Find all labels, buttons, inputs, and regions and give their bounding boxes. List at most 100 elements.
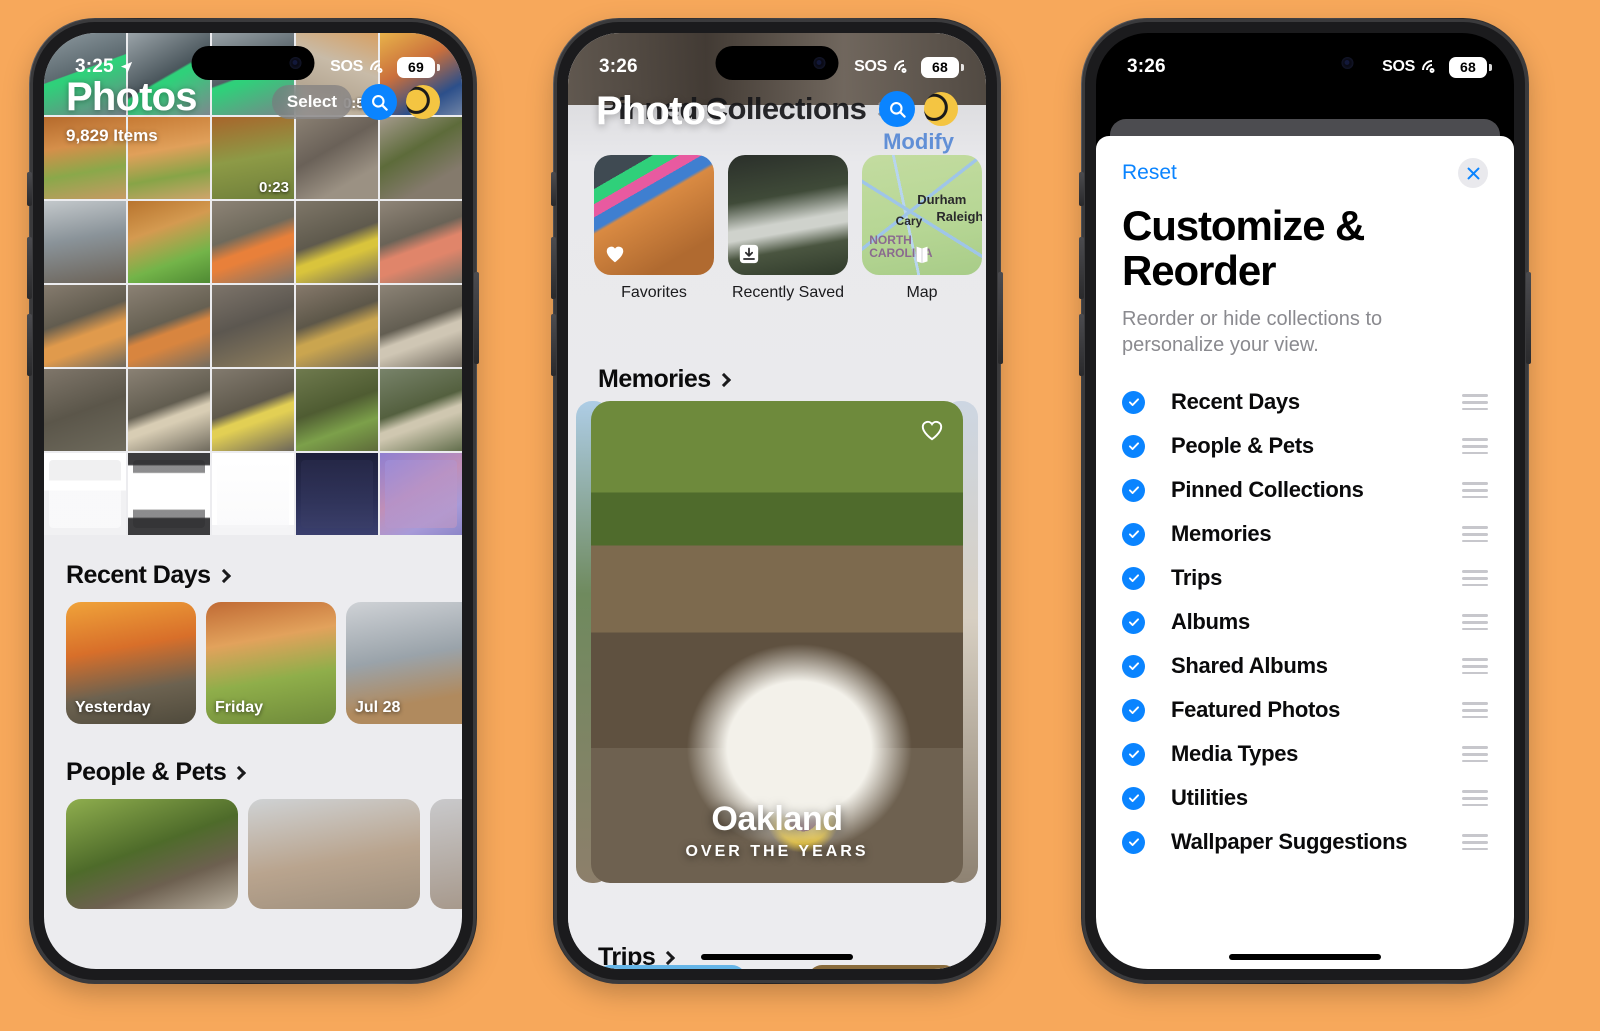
- avatar[interactable]: [406, 85, 440, 119]
- close-button[interactable]: [1458, 158, 1488, 188]
- checkmark-icon[interactable]: [1122, 522, 1145, 546]
- person-tile[interactable]: [430, 799, 462, 909]
- recent-days-header[interactable]: Recent Days: [44, 539, 462, 602]
- photo-thumbnail[interactable]: [128, 453, 210, 535]
- recent-days-row[interactable]: Yesterday Friday Jul 28: [44, 602, 462, 736]
- volume-down-button[interactable]: [551, 314, 556, 376]
- people-pets-row[interactable]: [44, 799, 462, 909]
- power-button[interactable]: [998, 272, 1003, 364]
- pinned-collection-thumbnail[interactable]: Durham Raleigh Cary NORTH CAROLINA: [862, 155, 982, 275]
- collections-scroll[interactable]: Favorites Recently Saved Durham Raleigh Cary…: [568, 33, 986, 969]
- collection-row[interactable]: Utilities: [1122, 776, 1488, 820]
- search-button[interactable]: [361, 84, 397, 120]
- checkmark-icon[interactable]: [1122, 654, 1145, 678]
- checkmark-icon[interactable]: [1122, 478, 1145, 502]
- mute-switch[interactable]: [27, 172, 32, 206]
- collection-row[interactable]: Recent Days: [1122, 380, 1488, 424]
- memory-card[interactable]: Oakland OVER THE YEARS: [591, 401, 963, 883]
- volume-up-button[interactable]: [1079, 237, 1084, 299]
- person-tile[interactable]: [66, 799, 238, 909]
- photo-thumbnail[interactable]: [296, 201, 378, 283]
- checkmark-icon[interactable]: [1122, 566, 1145, 590]
- photo-thumbnail[interactable]: [296, 453, 378, 535]
- photo-thumbnail[interactable]: [380, 453, 462, 535]
- collection-row[interactable]: Shared Albums: [1122, 644, 1488, 688]
- photo-grid-scroll[interactable]: 0:51 0:23 Recent Days Yesterday Friday Jul …: [44, 33, 462, 969]
- photo-thumbnail[interactable]: [128, 201, 210, 283]
- checkmark-icon[interactable]: [1122, 830, 1145, 854]
- trips-header[interactable]: Trips: [568, 921, 695, 969]
- photo-thumbnail[interactable]: [44, 285, 126, 367]
- checkmark-icon[interactable]: [1122, 742, 1145, 766]
- drag-handle-icon[interactable]: [1462, 526, 1488, 543]
- collection-row[interactable]: Pinned Collections: [1122, 468, 1488, 512]
- photo-thumbnail[interactable]: [296, 285, 378, 367]
- drag-handle-icon[interactable]: [1462, 702, 1488, 719]
- recent-day-card[interactable]: Friday: [206, 602, 336, 724]
- volume-up-button[interactable]: [27, 237, 32, 299]
- checkmark-icon[interactable]: [1122, 390, 1145, 414]
- volume-down-button[interactable]: [1079, 314, 1084, 376]
- photo-thumbnail[interactable]: [212, 369, 294, 451]
- pinned-collection-thumbnail[interactable]: [594, 155, 714, 275]
- photo-thumbnail[interactable]: [128, 369, 210, 451]
- volume-down-button[interactable]: [27, 314, 32, 376]
- checkmark-icon[interactable]: [1122, 698, 1145, 722]
- photo-thumbnail[interactable]: [380, 369, 462, 451]
- recent-day-card[interactable]: Jul 28: [346, 602, 462, 724]
- recent-day-card[interactable]: Yesterday: [66, 602, 196, 724]
- avatar[interactable]: [924, 92, 958, 126]
- photo-thumbnail[interactable]: [212, 201, 294, 283]
- pinned-collection-thumbnail[interactable]: [728, 155, 848, 275]
- power-button[interactable]: [1526, 272, 1531, 364]
- mute-switch[interactable]: [1079, 172, 1084, 206]
- trip-card[interactable]: [808, 965, 958, 969]
- home-indicator[interactable]: [1229, 954, 1381, 960]
- drag-handle-icon[interactable]: [1462, 746, 1488, 763]
- collection-row[interactable]: Memories: [1122, 512, 1488, 556]
- person-tile[interactable]: [248, 799, 420, 909]
- drag-handle-icon[interactable]: [1462, 482, 1488, 499]
- collection-row[interactable]: People & Pets: [1122, 424, 1488, 468]
- photo-thumbnail[interactable]: [44, 369, 126, 451]
- photo-thumbnail[interactable]: [380, 201, 462, 283]
- collection-row[interactable]: Wallpaper Suggestions: [1122, 820, 1488, 864]
- drag-handle-icon[interactable]: [1462, 438, 1488, 455]
- people-pets-header[interactable]: People & Pets: [44, 736, 462, 799]
- photo-thumbnail[interactable]: [380, 285, 462, 367]
- drag-handle-icon[interactable]: [1462, 790, 1488, 807]
- drag-handle-icon[interactable]: [1462, 614, 1488, 631]
- collection-row[interactable]: Media Types: [1122, 732, 1488, 776]
- photo-thumbnail[interactable]: [212, 285, 294, 367]
- photo-thumbnail[interactable]: [128, 285, 210, 367]
- collection-row[interactable]: Featured Photos: [1122, 688, 1488, 732]
- mute-switch[interactable]: [551, 172, 556, 206]
- checkmark-icon[interactable]: [1122, 786, 1145, 810]
- photo-thumbnail[interactable]: [212, 453, 294, 535]
- photo-thumbnail[interactable]: [44, 201, 126, 283]
- drag-handle-icon[interactable]: [1462, 394, 1488, 411]
- reset-button[interactable]: Reset: [1122, 161, 1177, 185]
- collection-row[interactable]: Trips: [1122, 556, 1488, 600]
- collections-list[interactable]: Recent Days People & Pets Pinned Collectio…: [1096, 358, 1514, 864]
- trip-card[interactable]: [596, 965, 746, 969]
- search-button[interactable]: [879, 91, 915, 127]
- memories-header[interactable]: Memories: [568, 343, 751, 406]
- heart-outline-icon[interactable]: [919, 417, 945, 443]
- checkmark-icon[interactable]: [1122, 610, 1145, 634]
- pinned-collection[interactable]: Durham Raleigh Cary NORTH CAROLINA Map: [862, 155, 982, 302]
- pinned-collections-row[interactable]: Favorites Recently Saved Durham Raleigh Cary…: [568, 155, 986, 302]
- drag-handle-icon[interactable]: [1462, 658, 1488, 675]
- photo-thumbnail[interactable]: [44, 453, 126, 535]
- home-indicator[interactable]: [701, 954, 853, 960]
- power-button[interactable]: [474, 272, 479, 364]
- volume-up-button[interactable]: [551, 237, 556, 299]
- pinned-collection[interactable]: Favorites: [594, 155, 714, 302]
- select-button[interactable]: Select: [271, 85, 352, 119]
- pinned-collection[interactable]: Recently Saved: [728, 155, 848, 302]
- checkmark-icon[interactable]: [1122, 434, 1145, 458]
- photo-thumbnail[interactable]: [296, 369, 378, 451]
- drag-handle-icon[interactable]: [1462, 834, 1488, 851]
- drag-handle-icon[interactable]: [1462, 570, 1488, 587]
- collection-row[interactable]: Albums: [1122, 600, 1488, 644]
